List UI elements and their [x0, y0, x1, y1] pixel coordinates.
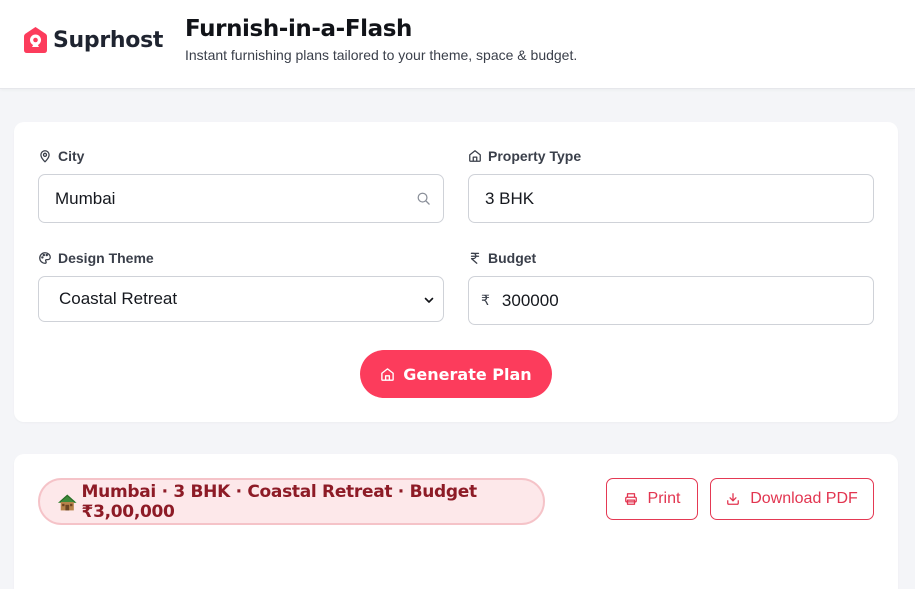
print-label: Print: [647, 490, 681, 507]
page-subtitle: Instant furnishing plans tailored to you…: [185, 47, 578, 63]
printer-icon: [624, 493, 637, 505]
generate-plan-label: Generate Plan: [403, 364, 532, 384]
property-type-label-text: Property Type: [488, 148, 582, 164]
page-title: Furnish-in-a-Flash: [185, 16, 413, 42]
plan-summary-badge: Mumbai · 3 BHK · Coastal Retreat · Budge…: [38, 478, 545, 525]
rupee-icon: [470, 252, 480, 264]
city-value: Mumbai: [55, 188, 116, 208]
home-icon: [469, 150, 481, 162]
design-theme-value: Coastal Retreat: [59, 289, 178, 308]
plan-form-card: City Mumbai Property Type 3 BHK Design T…: [14, 122, 898, 422]
property-type-input[interactable]: 3 BHK: [468, 174, 874, 223]
brand-logo[interactable]: Suprhost: [23, 24, 163, 56]
budget-input[interactable]: ₹ 300000: [468, 276, 874, 325]
budget-value: 300000: [501, 290, 559, 310]
plan-summary-text: Mumbai · 3 BHK · Coastal Retreat · Budge…: [81, 481, 478, 522]
plan-result-card: Mumbai · 3 BHK · Coastal Retreat · Budge…: [14, 454, 898, 589]
property-type-label: Property Type: [468, 148, 581, 164]
design-theme-label: Design Theme: [38, 250, 154, 266]
city-input[interactable]: Mumbai: [38, 174, 444, 223]
generate-plan-button[interactable]: Generate Plan: [360, 350, 552, 398]
currency-prefix: ₹: [481, 292, 490, 308]
search-icon[interactable]: [416, 191, 431, 206]
chevron-down-icon[interactable]: [423, 294, 435, 306]
print-button[interactable]: Print: [606, 478, 698, 520]
logo-mark-icon: [24, 27, 47, 53]
download-pdf-label: Download PDF: [750, 490, 858, 507]
budget-label-text: Budget: [488, 250, 537, 266]
city-label: City: [38, 148, 84, 164]
palette-icon: [39, 252, 51, 264]
design-theme-select[interactable]: Coastal Retreat: [38, 276, 444, 322]
city-label-text: City: [58, 148, 85, 164]
budget-label: Budget: [468, 250, 536, 266]
download-icon: [727, 493, 740, 505]
property-type-value: 3 BHK: [485, 188, 535, 208]
app-header: Suprhost Furnish-in-a-Flash Instant furn…: [0, 0, 915, 89]
download-pdf-button[interactable]: Download PDF: [710, 478, 874, 520]
home-icon: [381, 367, 395, 381]
map-pin-icon: [40, 150, 50, 163]
brand-name: Suprhost: [53, 27, 164, 53]
design-theme-label-text: Design Theme: [58, 250, 154, 266]
hut-icon: [57, 494, 77, 510]
